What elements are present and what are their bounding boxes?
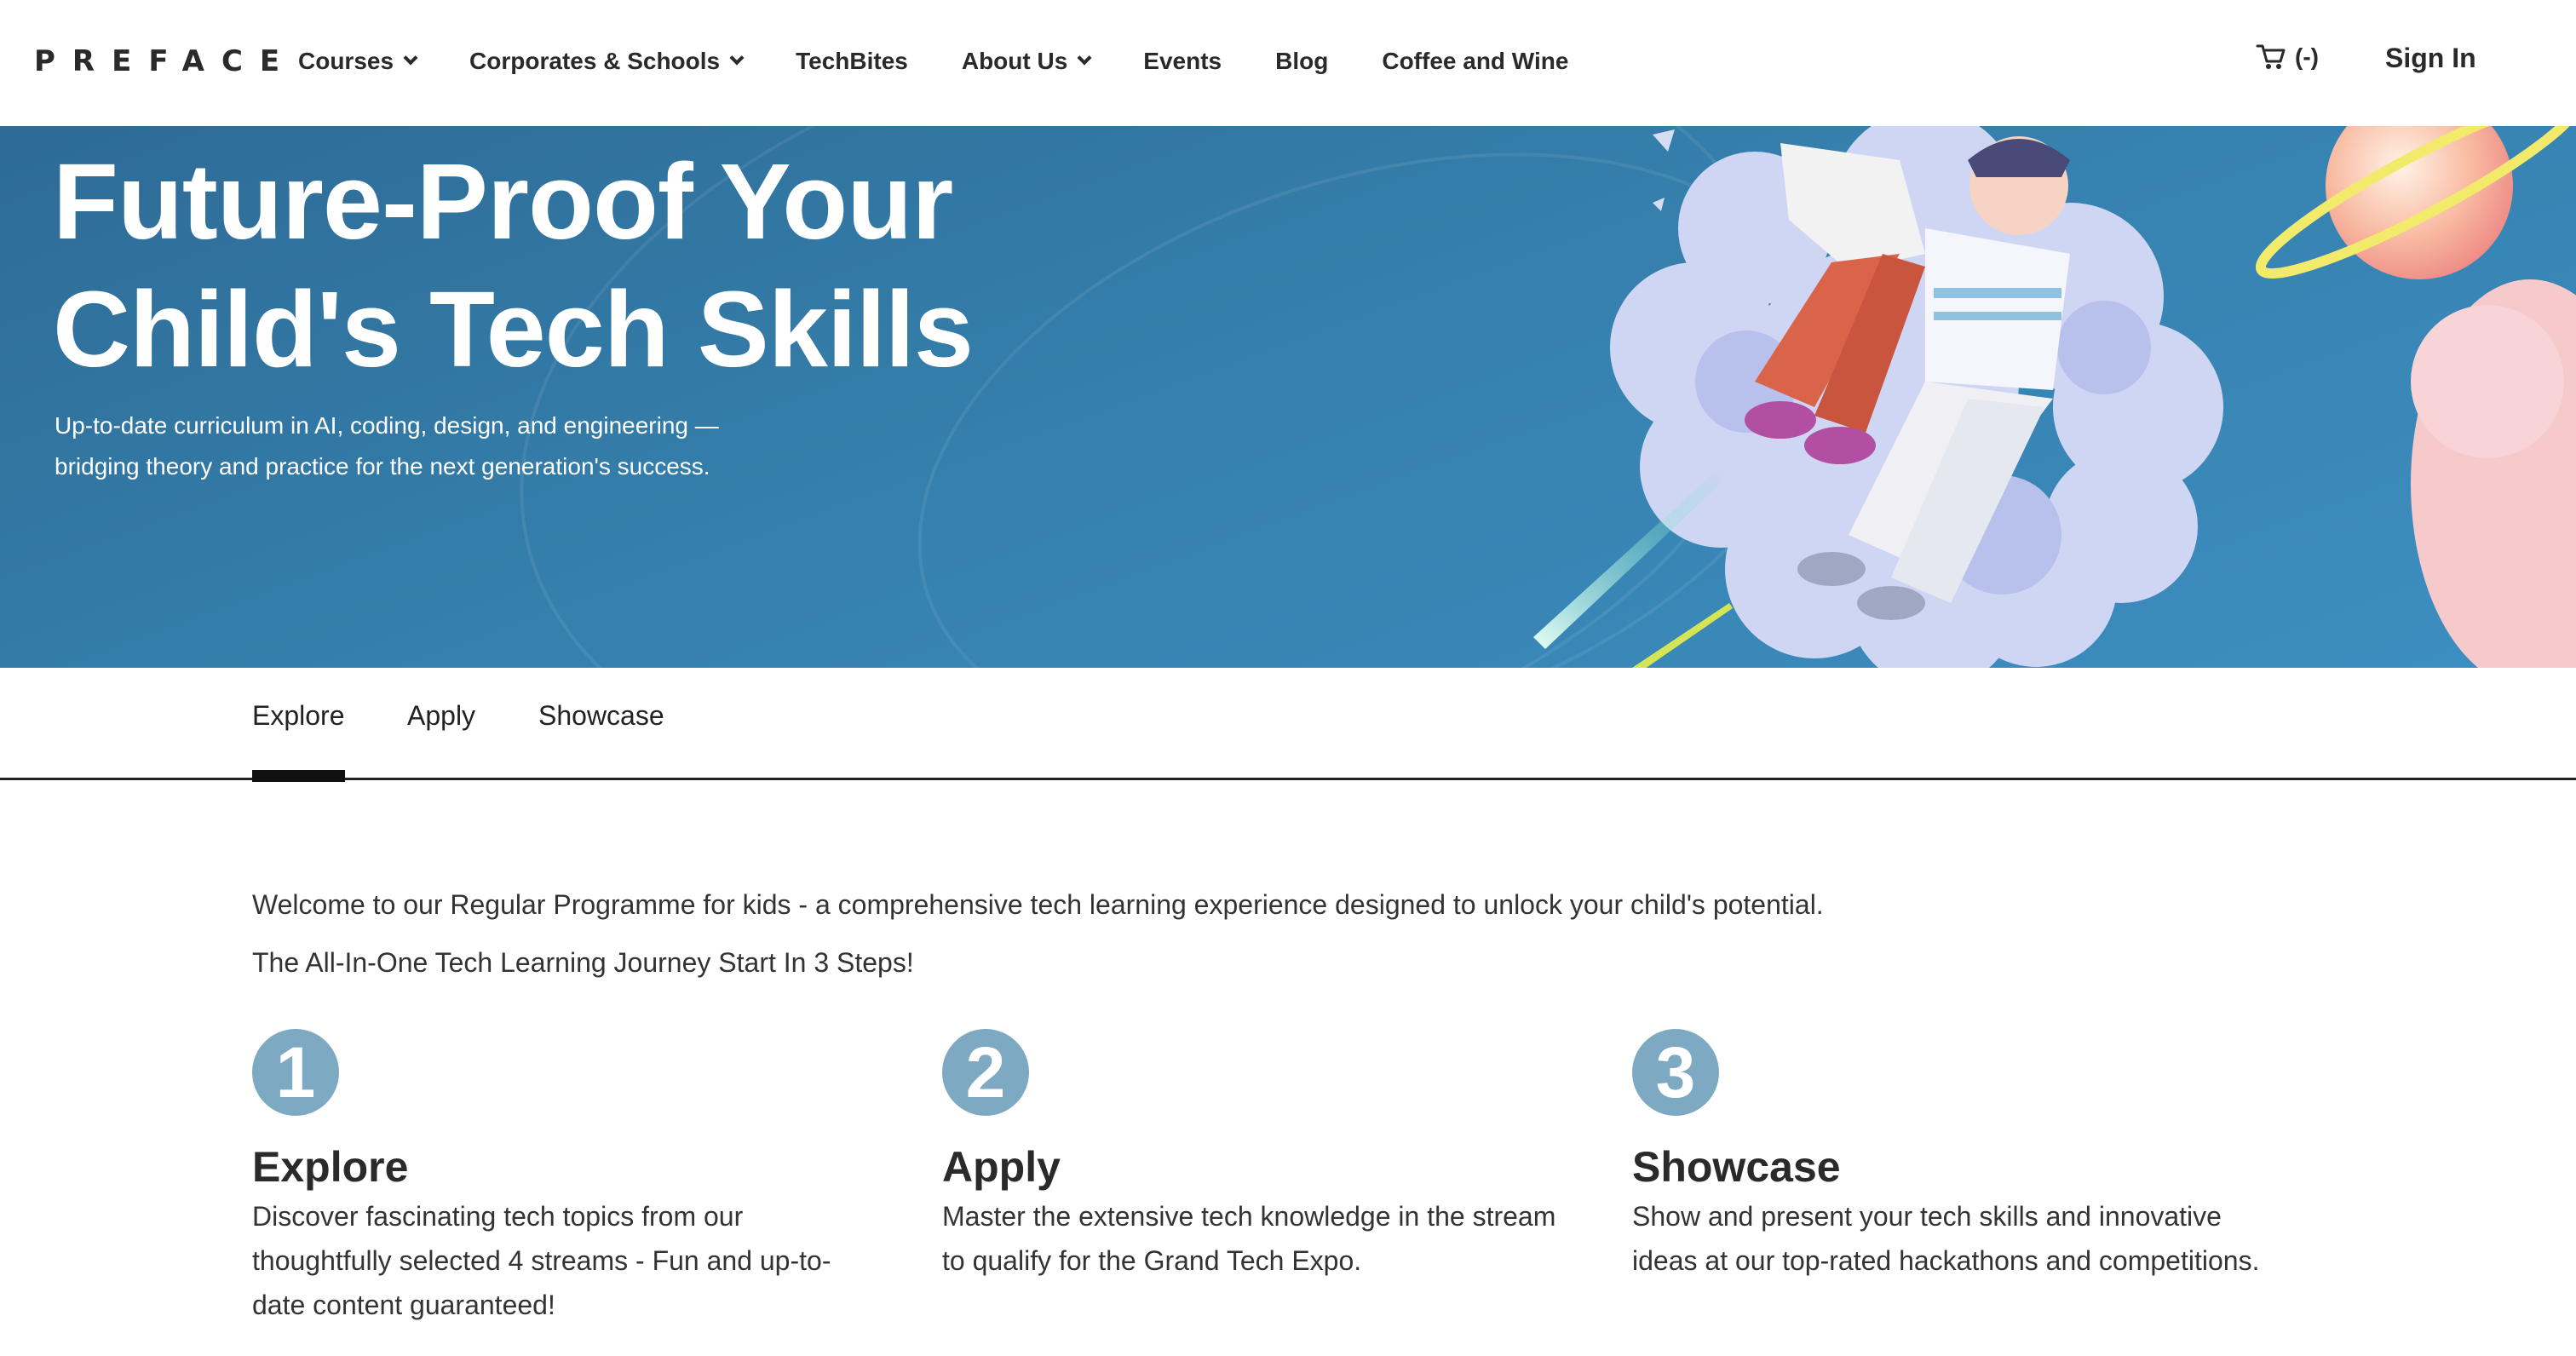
main-nav: Courses Corporates & Schools TechBites A… <box>298 44 1622 78</box>
cart-icon <box>2256 44 2286 69</box>
nav-about-us-label: About Us <box>961 48 1068 74</box>
chevron-down-icon <box>403 50 418 66</box>
journey-heading: The All-In-One Tech Learning Journey Sta… <box>252 947 914 978</box>
site-header: PREFACE Courses Corporates & Schools Tec… <box>0 0 2576 126</box>
tab-showcase[interactable]: Showcase <box>538 700 664 780</box>
nav-coffee-and-wine[interactable]: Coffee and Wine <box>1382 48 1568 75</box>
section-tabs: Explore Apply Showcase <box>0 668 2576 782</box>
nav-blog[interactable]: Blog <box>1275 48 1328 75</box>
step-apply: 2 Apply Master the extensive tech knowle… <box>942 1029 1590 1283</box>
nav-techbites-label: TechBites <box>796 48 908 74</box>
cart-button[interactable]: (-) <box>2256 43 2319 72</box>
hero-subtitle-line-1: Up-to-date curriculum in AI, coding, des… <box>55 412 719 439</box>
step-number-badge: 2 <box>942 1029 1029 1116</box>
chevron-down-icon <box>1077 50 1092 66</box>
tab-apply[interactable]: Apply <box>407 700 475 780</box>
step-description: Show and present your tech skills and in… <box>1632 1201 2260 1276</box>
nav-corporates-schools[interactable]: Corporates & Schools <box>469 48 745 75</box>
step-description: Master the extensive tech knowledge in t… <box>942 1201 1556 1276</box>
step-title: Explore <box>252 1143 409 1191</box>
nav-courses-label: Courses <box>298 48 394 74</box>
hero-illustration <box>1533 126 2576 668</box>
nav-techbites[interactable]: TechBites <box>796 48 908 75</box>
nav-coffee-and-wine-label: Coffee and Wine <box>1382 48 1569 74</box>
step-title: Showcase <box>1632 1143 1841 1191</box>
nav-courses[interactable]: Courses <box>298 48 418 75</box>
welcome-text: Welcome to our Regular Programme for kid… <box>252 889 1824 920</box>
shooting-star <box>1533 467 1729 649</box>
step-explore: 1 Explore Discover fascinating tech topi… <box>252 1029 900 1327</box>
step-title: Apply <box>942 1143 1061 1191</box>
hero-title-line-2: Child's Tech Skills <box>53 269 974 389</box>
preface-logo[interactable]: PREFACE <box>34 44 296 78</box>
step-description: Discover fascinating tech topics from ou… <box>252 1201 831 1320</box>
step-showcase: 3 Showcase Show and present your tech sk… <box>1632 1029 2280 1283</box>
hero-banner: Future-Proof Your Child's Tech Skills Up… <box>0 126 2576 668</box>
chevron-down-icon <box>729 50 745 66</box>
cart-count: (-) <box>2295 43 2319 70</box>
step-number-badge: 3 <box>1632 1029 1719 1116</box>
hero-subtitle: Up-to-date curriculum in AI, coding, des… <box>55 405 719 487</box>
nav-about-us[interactable]: About Us <box>961 48 1092 75</box>
hero-subtitle-line-2: bridging theory and practice for the nex… <box>55 453 710 480</box>
nav-events-label: Events <box>1143 48 1222 74</box>
step-number-badge: 1 <box>252 1029 339 1116</box>
nav-events[interactable]: Events <box>1143 48 1222 75</box>
tab-explore[interactable]: Explore <box>252 700 345 782</box>
nav-corporates-schools-label: Corporates & Schools <box>469 48 721 74</box>
hero-title-line-1: Future-Proof Your <box>53 141 953 261</box>
nav-blog-label: Blog <box>1275 48 1329 74</box>
hero-title: Future-Proof Your Child's Tech Skills <box>53 138 974 394</box>
sign-in-link[interactable]: Sign In <box>2385 43 2476 74</box>
